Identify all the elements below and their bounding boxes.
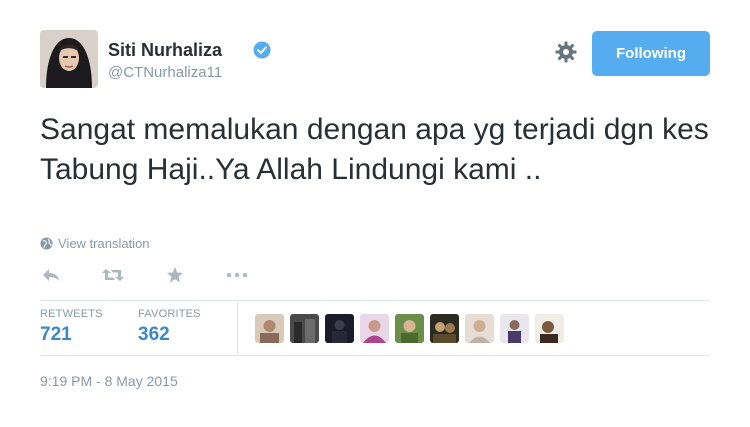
favorites-count[interactable]: 362 [138, 324, 170, 346]
reply-icon [43, 269, 59, 281]
retweet-button[interactable] [102, 264, 124, 286]
favoriter-avatar[interactable] [535, 314, 564, 343]
favoriter-avatar[interactable] [290, 314, 319, 343]
reply-button[interactable] [40, 264, 62, 286]
stats-separator [237, 302, 238, 354]
avatar[interactable] [40, 30, 98, 88]
favoriter-avatar[interactable] [255, 314, 284, 343]
tweet-actions [40, 264, 288, 286]
favoriter-avatar[interactable] [325, 314, 354, 343]
favorites-label: FAVORITES [138, 308, 201, 320]
display-name[interactable]: Siti Nurhaliza [108, 40, 222, 61]
avatar-image [40, 30, 98, 88]
more-button[interactable] [226, 264, 248, 286]
retweet-icon [102, 269, 124, 281]
favorite-icon [167, 267, 183, 283]
favoriter-avatar[interactable] [360, 314, 389, 343]
favoriters-list [255, 314, 564, 343]
divider-top [40, 300, 710, 301]
divider-bottom [40, 355, 710, 356]
favoriter-avatar[interactable] [395, 314, 424, 343]
gear-icon[interactable] [554, 40, 578, 64]
following-button[interactable]: Following [592, 31, 710, 76]
favoriter-avatar[interactable] [430, 314, 459, 343]
view-translation-label: View translation [58, 236, 150, 251]
tweet-text: Sangat memalukan dengan apa yg terjadi d… [40, 113, 709, 186]
favorite-button[interactable] [164, 264, 186, 286]
globe-icon [40, 237, 53, 250]
verified-badge-icon [253, 41, 271, 59]
view-translation-link[interactable]: View translation [40, 236, 150, 251]
favoriter-avatar[interactable] [500, 314, 529, 343]
favoriter-avatar[interactable] [465, 314, 494, 343]
user-handle[interactable]: @CTNurhaliza11 [108, 64, 222, 81]
more-icon [226, 272, 248, 278]
retweets-label: RETWEETS [40, 308, 103, 320]
tweet-timestamp[interactable]: 9:19 PM - 8 May 2015 [40, 373, 178, 389]
retweets-count[interactable]: 721 [40, 324, 72, 346]
